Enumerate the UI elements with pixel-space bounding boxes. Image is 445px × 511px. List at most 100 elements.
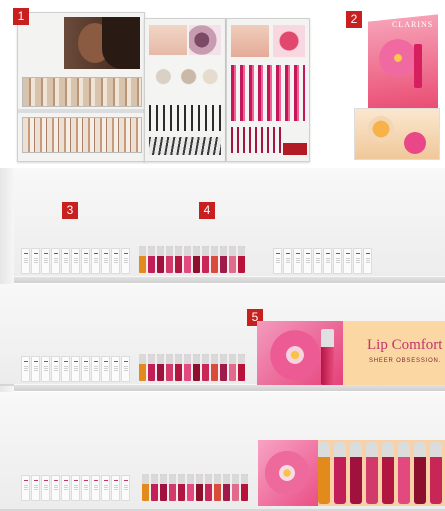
skincare-box xyxy=(111,475,120,501)
model-portrait-image xyxy=(64,17,140,69)
lip-comfort-oil-banner: Lip Comfort O SHEER OBSESSION. xyxy=(257,321,445,385)
marker-3: 3 xyxy=(62,202,78,219)
portrait-hair xyxy=(102,17,140,69)
lip-oil-bottle xyxy=(193,246,200,273)
lip-oil-bottle xyxy=(175,354,182,381)
large-lip-oil-bottle xyxy=(414,442,426,504)
lip-oil-bottle-large xyxy=(414,44,422,88)
shelf-2-edge xyxy=(14,384,445,391)
lip-oil-bottle xyxy=(184,354,191,381)
large-lip-oil-bottle xyxy=(350,442,362,504)
lip-oil-bottle xyxy=(202,354,209,381)
mascara-and-pencils xyxy=(149,105,221,131)
skincare-box xyxy=(323,248,332,274)
skincare-box xyxy=(31,356,40,382)
skincare-box xyxy=(51,475,60,501)
large-lip-oil-bottle xyxy=(334,442,346,504)
skincare-box xyxy=(51,248,60,274)
skincare-box xyxy=(21,248,30,274)
skincare-box xyxy=(51,356,60,382)
banner-title: Lip Comfort O xyxy=(367,337,445,353)
lip-oil-bottle xyxy=(148,246,155,273)
lip-oil-bottle xyxy=(205,474,212,501)
skincare-box xyxy=(71,475,80,501)
lip-oil-bottle xyxy=(196,474,203,501)
skincare-box xyxy=(353,248,362,274)
fixture-1-makeup-unit-right xyxy=(226,18,310,162)
skincare-box xyxy=(273,248,282,274)
skincare-box xyxy=(303,248,312,274)
lip-product-image xyxy=(273,25,305,57)
large-lip-oil-bottle xyxy=(366,442,378,504)
skincare-box xyxy=(111,248,120,274)
lip-oil-bottle xyxy=(220,246,227,273)
lip-pencils xyxy=(231,127,281,153)
foundation-tester-tray-top xyxy=(22,77,142,107)
skincare-box xyxy=(121,356,130,382)
lip-oil-bottle xyxy=(202,246,209,273)
skincare-box xyxy=(81,356,90,382)
skincare-box xyxy=(31,248,40,274)
banner-flower xyxy=(267,327,323,383)
skincare-box xyxy=(81,475,90,501)
marker-4: 4 xyxy=(199,202,215,219)
lip-oil-bottle xyxy=(220,354,227,381)
skincare-box xyxy=(41,248,50,274)
lip-oil-bottle xyxy=(157,354,164,381)
skincare-box xyxy=(121,248,130,274)
skincare-box xyxy=(71,248,80,274)
large-lip-oil-bottle xyxy=(430,442,442,504)
skincare-box xyxy=(61,475,70,501)
skincare-box xyxy=(101,475,110,501)
skincare-box xyxy=(41,475,50,501)
skincare-box xyxy=(91,248,100,274)
skincare-box xyxy=(91,356,100,382)
skincare-box xyxy=(21,356,30,382)
shelf-1-edge xyxy=(14,276,445,283)
skincare-box xyxy=(121,475,130,501)
fixture-2-lip-counter-display: CLARINS xyxy=(348,14,442,162)
skincare-box xyxy=(111,356,120,382)
skincare-box xyxy=(101,248,110,274)
lip-oil-bottle xyxy=(238,246,245,273)
lip-oil-bottle xyxy=(187,474,194,501)
skincare-box xyxy=(343,248,352,274)
skincare-box xyxy=(61,248,70,274)
lip-oil-bottle xyxy=(229,246,236,273)
lip-oil-bottle xyxy=(151,474,158,501)
lip-oil-bottle xyxy=(211,354,218,381)
lip-oil-bottle xyxy=(232,474,239,501)
lip-oil-bottle xyxy=(166,246,173,273)
lip-oil-bottle xyxy=(148,354,155,381)
large-lip-oil-bottle xyxy=(318,442,330,504)
model-closeup-image xyxy=(149,25,187,55)
lip-oil-bottle xyxy=(169,474,176,501)
brand-logo-plate xyxy=(283,143,307,155)
fixture-divider xyxy=(18,109,144,113)
skincare-box xyxy=(363,248,372,274)
skincare-box xyxy=(91,475,100,501)
skincare-box xyxy=(101,356,110,382)
lip-oil-bottle xyxy=(175,246,182,273)
counter-base xyxy=(354,108,440,160)
skincare-box xyxy=(31,475,40,501)
pink-round-graphic xyxy=(404,132,426,154)
skincare-box xyxy=(283,248,292,274)
brush-set xyxy=(149,137,221,155)
lip-oil-bottle xyxy=(142,474,149,501)
skincare-box xyxy=(313,248,322,274)
fixture-1-makeup-unit-left xyxy=(17,12,145,162)
lip-oil-bottle xyxy=(211,246,218,273)
eyeshadow-image xyxy=(189,25,221,55)
skincare-box xyxy=(71,356,80,382)
marker-1: 1 xyxy=(13,8,29,25)
skincare-box xyxy=(293,248,302,274)
lip-oil-bottle xyxy=(223,474,230,501)
lip-oil-bottle xyxy=(160,474,167,501)
banner-bottle-cap xyxy=(321,329,334,347)
large-lip-oil-bottle xyxy=(398,442,410,504)
lip-oil-bottle xyxy=(166,354,173,381)
orange-round-graphic xyxy=(368,116,394,142)
skincare-box xyxy=(333,248,342,274)
foundation-tester-tray-bottom xyxy=(22,117,142,153)
